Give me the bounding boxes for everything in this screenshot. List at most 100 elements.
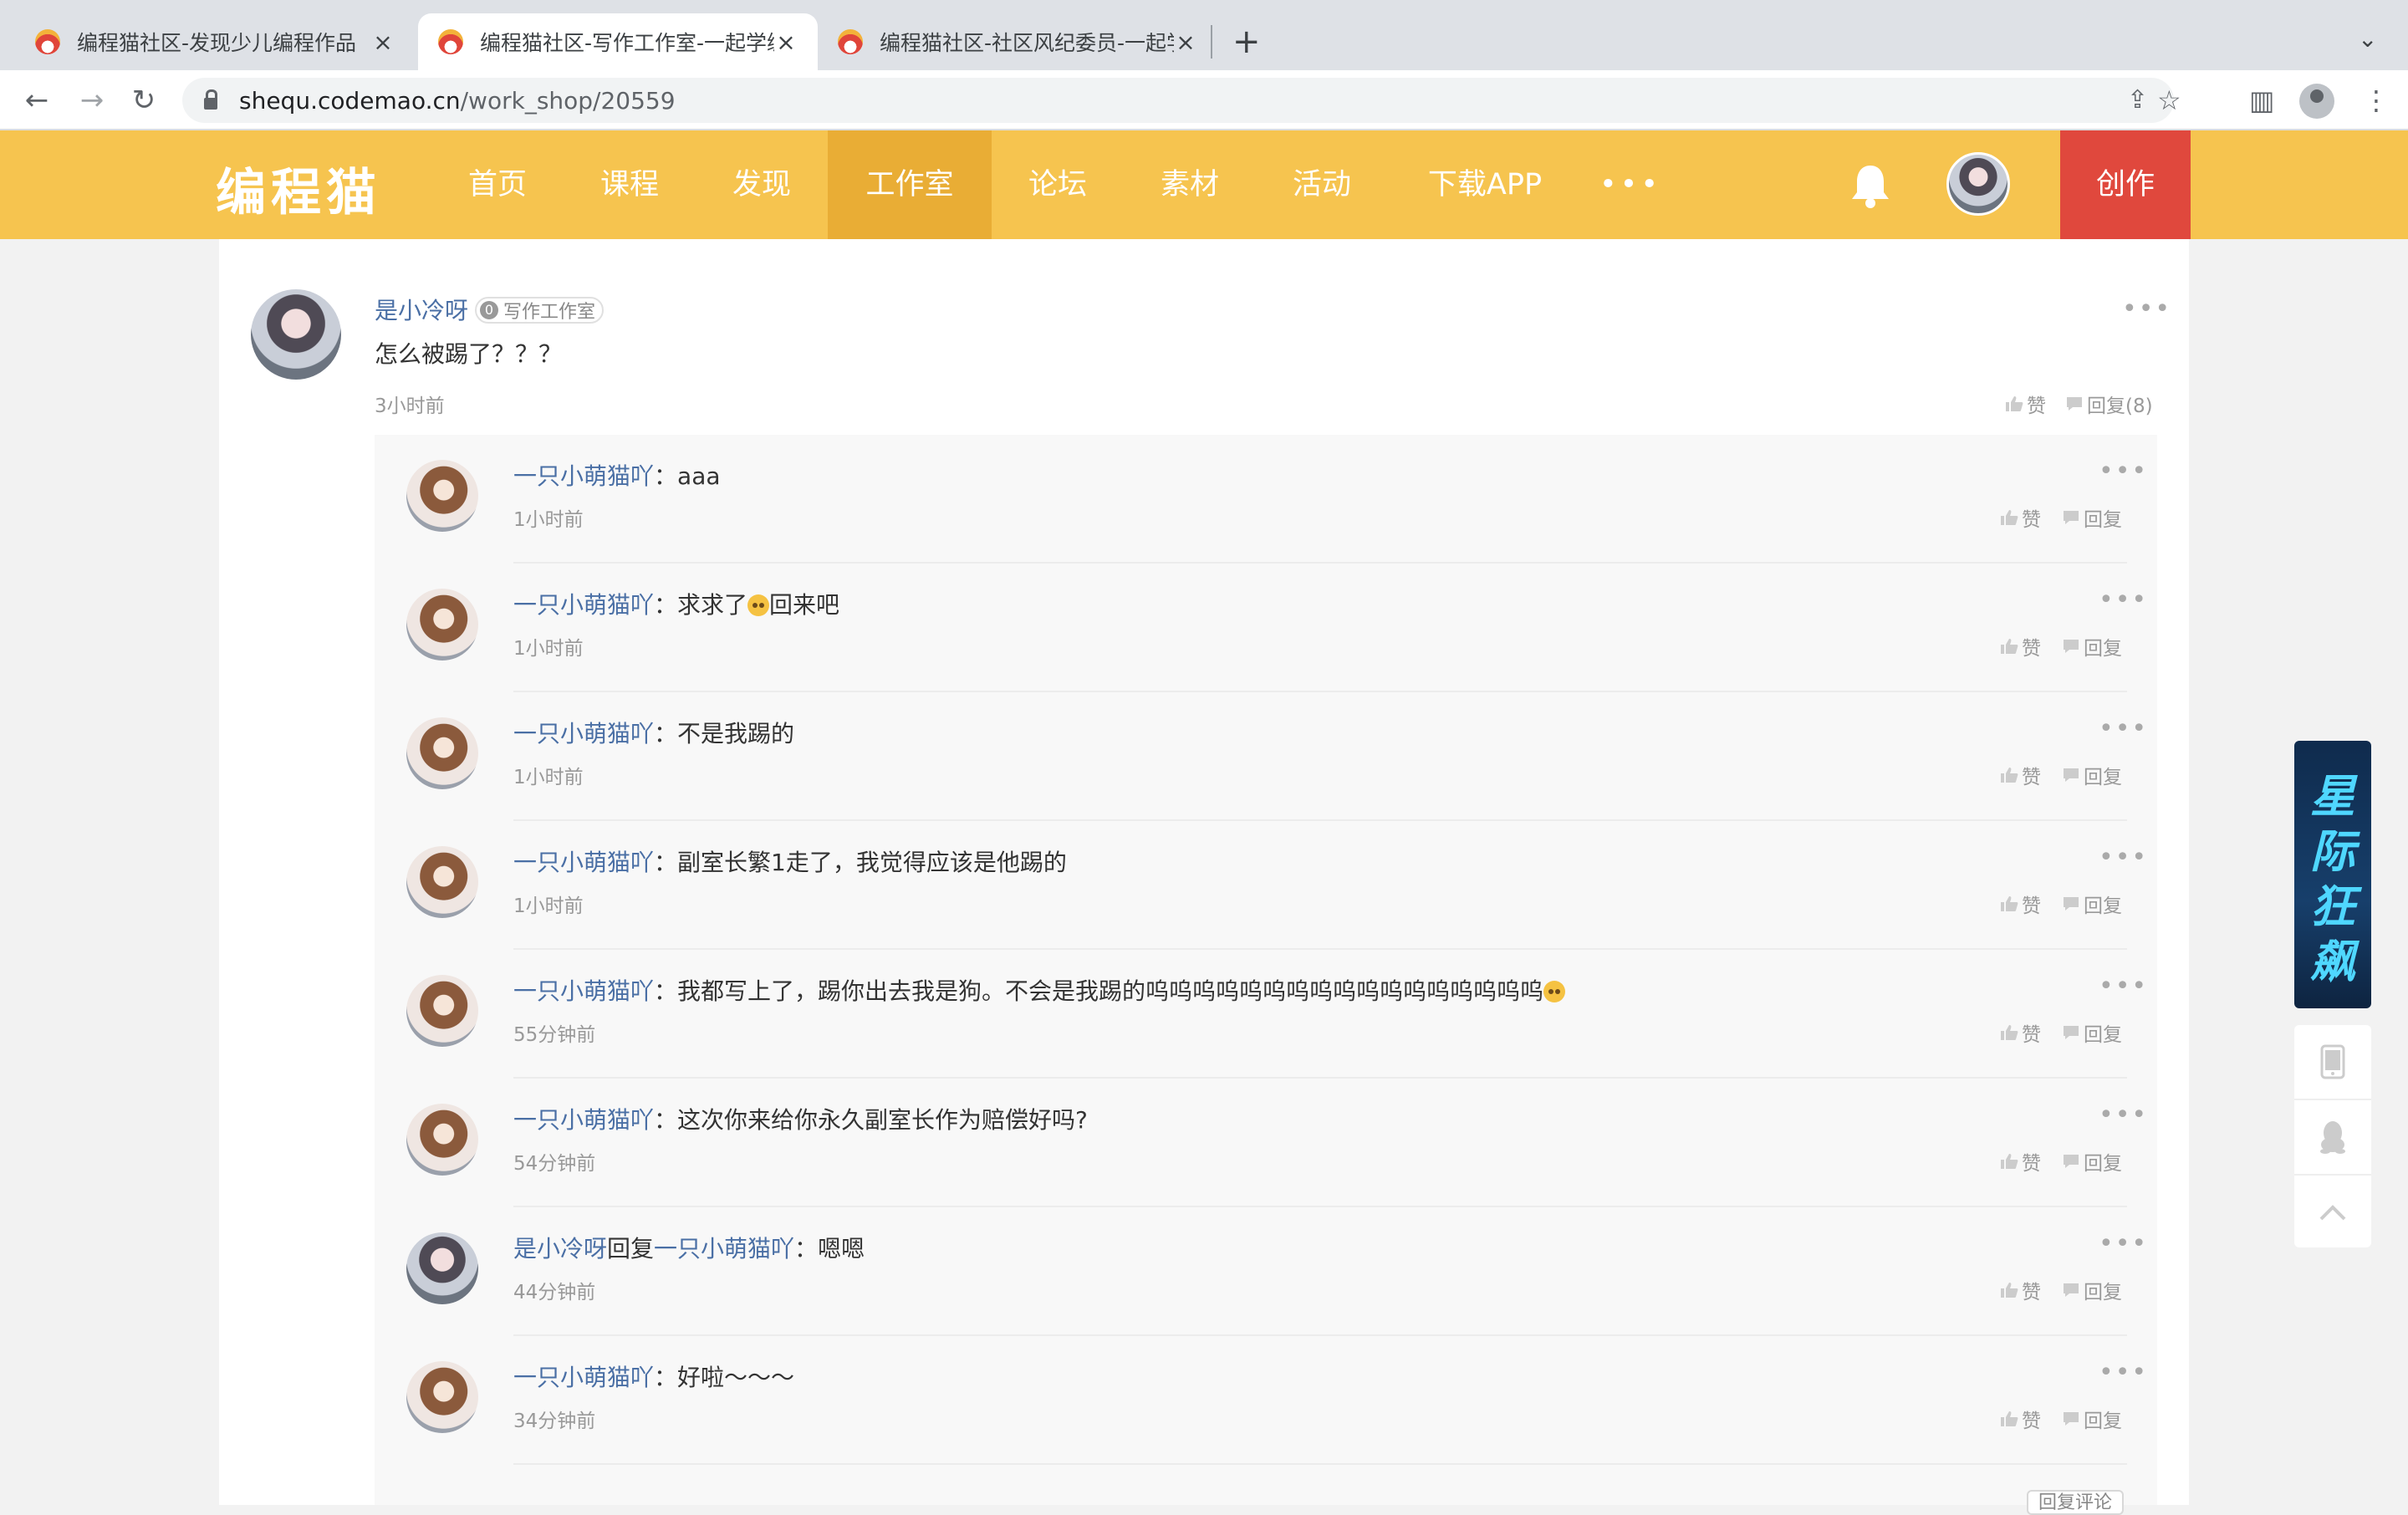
reply-more-icon[interactable]: ••• xyxy=(2099,1232,2148,1257)
reply-reply-button[interactable]: 回复 xyxy=(2062,503,2122,532)
reply-like-button[interactable]: 赞 xyxy=(2000,1276,2041,1304)
bell-icon[interactable] xyxy=(1849,162,1891,209)
post-reply-button[interactable]: 回复(8) xyxy=(2065,390,2153,418)
browser-tab-1[interactable]: 编程猫社区-发现少儿编程作品 × xyxy=(15,13,415,70)
nav-materials[interactable]: 素材 xyxy=(1135,130,1244,239)
browser-toolbar: ← → ↻ shequ.codemao.cn/work_shop/20559 ⇪… xyxy=(0,70,2408,130)
tab-search-chevron-icon[interactable]: ⌄ xyxy=(2358,25,2377,53)
reply-like-button[interactable]: 赞 xyxy=(2000,890,2041,918)
reply-author[interactable]: 一只小萌猫吖 xyxy=(513,1106,654,1134)
tab-close-icon[interactable]: × xyxy=(1174,28,1197,56)
nav-forum[interactable]: 论坛 xyxy=(1003,130,1112,239)
tab-close-icon[interactable]: × xyxy=(371,28,395,56)
reply-more-icon[interactable]: ••• xyxy=(2099,459,2148,484)
forward-arrow-icon[interactable]: → xyxy=(74,82,110,119)
nav-download-app[interactable]: 下载APP xyxy=(1410,130,1560,239)
side-game-banner[interactable]: 星际狂飙 xyxy=(2294,741,2371,1008)
reply-avatar[interactable] xyxy=(406,460,478,532)
reply-reply-button[interactable]: 回复 xyxy=(2062,632,2122,661)
reload-icon[interactable]: ↻ xyxy=(125,82,162,119)
reply-author[interactable]: 一只小萌猫吖 xyxy=(513,462,654,490)
post-like-button[interactable]: 赞 xyxy=(2005,390,2046,418)
side-qq-button[interactable] xyxy=(2294,1099,2371,1174)
reply-text: 好啦～～～ xyxy=(677,1364,795,1391)
reply-reply-button[interactable]: 回复 xyxy=(2062,1276,2122,1304)
reply-reply-button[interactable]: 回复 xyxy=(2062,761,2122,789)
reply-reply-button[interactable]: 回复 xyxy=(2062,1018,2122,1047)
reply-more-icon[interactable]: ••• xyxy=(2099,588,2148,613)
reply-to-user[interactable]: 一只小萌猫吖 xyxy=(654,1235,794,1262)
share-icon[interactable]: ⇪ xyxy=(2127,78,2148,123)
bookmark-star-icon[interactable]: ☆ xyxy=(2157,78,2181,123)
post-author-avatar[interactable] xyxy=(251,289,341,380)
reply-more-icon[interactable]: ••• xyxy=(2099,1103,2148,1128)
comment-icon xyxy=(2064,640,2079,653)
new-tab-icon[interactable]: + xyxy=(1232,23,1261,60)
site-logo[interactable]: 编程猫 xyxy=(216,152,381,225)
side-mobile-button[interactable] xyxy=(2294,1025,2371,1099)
browser-tab-2[interactable]: 编程猫社区-写作工作室-一起学编 × xyxy=(418,13,818,70)
reply-like-button[interactable]: 赞 xyxy=(2000,761,2041,789)
reply-time: 1小时前 xyxy=(513,767,584,788)
reply-author[interactable]: 一只小萌猫吖 xyxy=(513,1364,654,1391)
badge-level: 0 xyxy=(480,301,498,319)
reply-content: 是小冷呀回复一只小萌猫吖：嗯嗯 xyxy=(513,1235,865,1262)
thumb-up-icon xyxy=(2006,396,2023,411)
nav-more-icon[interactable]: ••• xyxy=(1589,130,1672,239)
reply-more-icon[interactable]: ••• xyxy=(2099,974,2148,999)
reply-count-label: 回复(8) xyxy=(2087,395,2153,417)
nav-courses[interactable]: 课程 xyxy=(575,130,684,239)
reply-like-button[interactable]: 赞 xyxy=(2000,1147,2041,1176)
thumb-up-icon xyxy=(2001,1411,2018,1426)
codemao-favicon-icon xyxy=(438,29,463,54)
browser-tab-3[interactable]: 编程猫社区-社区风纪委员-一起学 × xyxy=(818,13,1217,70)
reply-time: 55分钟前 xyxy=(513,1024,596,1046)
nav-events[interactable]: 活动 xyxy=(1268,130,1376,239)
reply-reply-button[interactable]: 回复 xyxy=(2062,1147,2122,1176)
reply-like-button[interactable]: 赞 xyxy=(2000,632,2041,661)
reply-avatar[interactable] xyxy=(406,1232,478,1304)
reply-author[interactable]: 是小冷呀 xyxy=(513,1235,607,1262)
post-author-name[interactable]: 是小冷呀 xyxy=(375,293,468,326)
back-arrow-icon[interactable]: ← xyxy=(18,82,55,119)
codemao-favicon-icon xyxy=(838,29,863,54)
reply-more-icon[interactable]: ••• xyxy=(2099,845,2148,870)
create-button[interactable]: 创作 xyxy=(2060,130,2191,239)
reply-avatar[interactable] xyxy=(406,846,478,918)
browser-menu-icon[interactable]: ⋮ xyxy=(2363,82,2390,119)
reply-time: 34分钟前 xyxy=(513,1410,596,1432)
reply-avatar[interactable] xyxy=(406,975,478,1047)
reply-more-icon[interactable]: ••• xyxy=(2099,1360,2148,1385)
reply-avatar[interactable] xyxy=(406,589,478,661)
reply-reply-button[interactable]: 回复 xyxy=(2062,890,2122,918)
side-panel-icon[interactable]: ▥ xyxy=(2249,82,2274,119)
reply-author[interactable]: 一只小萌猫吖 xyxy=(513,591,654,619)
reply-author[interactable]: 一只小萌猫吖 xyxy=(513,849,654,876)
browser-profile-icon[interactable] xyxy=(2299,84,2334,119)
reply-more-icon[interactable]: ••• xyxy=(2099,717,2148,742)
user-avatar[interactable] xyxy=(1946,152,2010,216)
reply-divider xyxy=(513,1463,2127,1465)
reply-like-button[interactable]: 赞 xyxy=(2000,1405,2041,1433)
nav-discover[interactable]: 发现 xyxy=(707,130,816,239)
tab-close-icon[interactable]: × xyxy=(774,28,798,56)
reply-item: 一只小萌猫吖：求求了 回来吧 1小时前 ••• 赞 回复 xyxy=(375,564,2157,692)
post-more-icon[interactable]: ••• xyxy=(2122,297,2171,322)
reply-like-button[interactable]: 赞 xyxy=(2000,503,2041,532)
back-to-top-button[interactable] xyxy=(2294,1174,2371,1249)
reply-author[interactable]: 一只小萌猫吖 xyxy=(513,977,654,1005)
reply-reply-button[interactable]: 回复 xyxy=(2062,1405,2122,1433)
nav-home[interactable]: 首页 xyxy=(443,130,552,239)
comment-icon xyxy=(2064,1283,2079,1297)
reply-avatar[interactable] xyxy=(406,1361,478,1433)
comment-icon xyxy=(2064,1155,2079,1168)
address-bar[interactable]: shequ.codemao.cn/work_shop/20559 ⇪ ☆ xyxy=(182,78,2181,123)
reply-avatar[interactable] xyxy=(406,717,478,789)
reply-like-button[interactable]: 赞 xyxy=(2000,1018,2041,1047)
reply-avatar[interactable] xyxy=(406,1104,478,1176)
mobile-phone-icon xyxy=(2320,1044,2345,1079)
nav-studio[interactable]: 工作室 xyxy=(828,130,992,239)
reply-author[interactable]: 一只小萌猫吖 xyxy=(513,720,654,747)
thumb-up-icon xyxy=(2001,1154,2018,1169)
reply-comment-button[interactable]: 回复评论 xyxy=(2027,1490,2124,1515)
